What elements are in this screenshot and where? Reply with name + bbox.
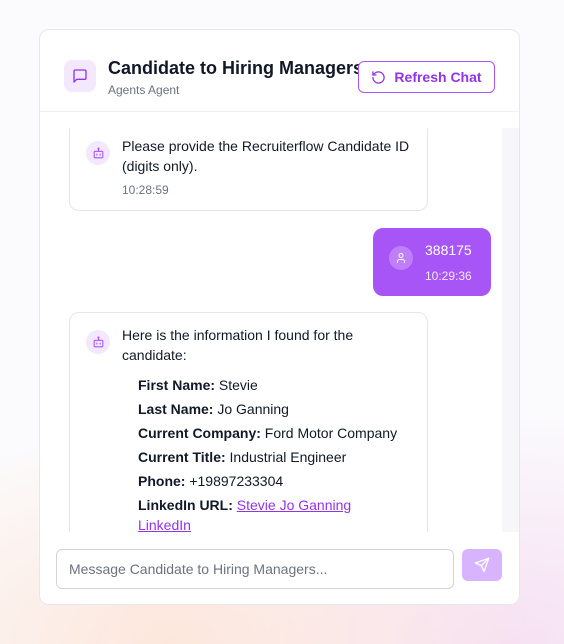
user-icon bbox=[389, 246, 413, 270]
info-current-company: Current Company: Ford Motor Company bbox=[138, 425, 398, 441]
refresh-chat-label: Refresh Chat bbox=[394, 69, 482, 85]
message-text: Here is the information I found for the … bbox=[122, 327, 354, 363]
candidate-info-list: First Name: Stevie Last Name: Jo Ganning… bbox=[138, 373, 407, 532]
refresh-chat-button[interactable]: Refresh Chat bbox=[358, 61, 495, 93]
message-timestamp: 10:29:36 bbox=[425, 269, 472, 283]
message-text: 388175 bbox=[425, 242, 472, 258]
message-composer bbox=[40, 532, 519, 604]
chat-card: Candidate to Hiring Managers Agents Agen… bbox=[39, 29, 520, 605]
bot-icon bbox=[86, 330, 110, 354]
message-list[interactable]: Please provide the Recruiterflow Candida… bbox=[40, 128, 502, 532]
chat-header: Candidate to Hiring Managers Agents Agen… bbox=[40, 30, 519, 112]
bot-message: Here is the information I found for the … bbox=[69, 312, 428, 532]
info-phone: Phone: +19897233304 bbox=[138, 473, 284, 489]
send-icon bbox=[474, 557, 490, 573]
rotate-ccw-icon bbox=[371, 70, 386, 85]
page-title: Candidate to Hiring Managers bbox=[108, 58, 364, 78]
message-text: Please provide the Recruiterflow Candida… bbox=[122, 138, 410, 174]
send-button[interactable] bbox=[462, 549, 502, 581]
info-linkedin: LinkedIn URL: Stevie Jo Ganning LinkedIn bbox=[138, 497, 352, 532]
page-subtitle: Agents Agent bbox=[108, 83, 180, 97]
bot-message: Please provide the Recruiterflow Candida… bbox=[69, 128, 428, 211]
info-last-name: Last Name: Jo Ganning bbox=[138, 401, 289, 417]
info-first-name: First Name: Stevie bbox=[138, 377, 258, 393]
message-input[interactable] bbox=[56, 549, 454, 589]
message-square-icon bbox=[64, 60, 96, 92]
message-timestamp: 10:28:59 bbox=[122, 183, 169, 197]
scrollbar-track[interactable] bbox=[502, 128, 519, 532]
info-current-title: Current Title: Industrial Engineer bbox=[138, 449, 347, 465]
bot-icon bbox=[86, 141, 110, 165]
user-message: 388175 10:29:36 bbox=[373, 228, 491, 296]
